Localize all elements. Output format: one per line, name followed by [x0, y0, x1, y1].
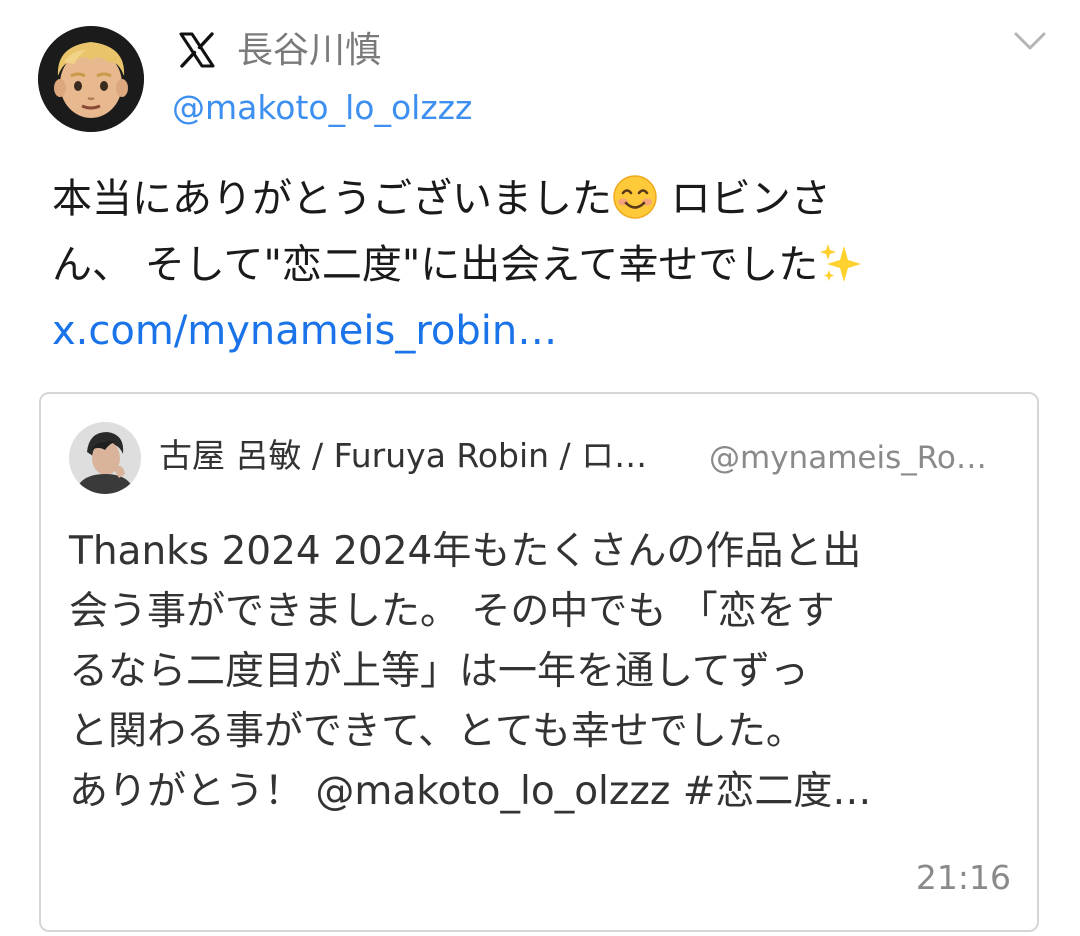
tweet-line-2-text: ん、 そして"恋二度"に出会えて幸せでした: [52, 242, 819, 288]
tweet-line-1-text: 本当にありがとうございました: [52, 176, 612, 222]
quoted-tweet-timestamp: 21:16: [915, 858, 1011, 897]
tweet-line-1-text-b: ロビンさ: [658, 176, 831, 222]
x-logo-icon: [177, 30, 217, 70]
quoted-tweet-card[interactable]: 古屋 呂敏 / Furuya Robin / ロ… @mynameis_Ro… …: [39, 392, 1039, 932]
quoted-author-display-name[interactable]: 古屋 呂敏 / Furuya Robin / ロ…: [159, 434, 647, 478]
tweet-text: 本当にありがとうございました ロビンさ ん、 そして"恋二度"に出会えて幸せでし…: [52, 170, 1042, 360]
tweet-line-1: 本当にありがとうございました ロビンさ: [52, 170, 1042, 236]
quoted-tweet-line: と関わる事ができて、とても幸せでした。: [69, 709, 805, 754]
quoted-author-handle[interactable]: @mynameis_Ro…: [709, 436, 987, 480]
author-handle[interactable]: @makoto_lo_olzzz: [172, 86, 472, 130]
smiling-face-icon: [612, 174, 658, 236]
tweet-line-2: ん、 そして"恋二度"に出会えて幸せでした: [52, 236, 1042, 302]
quoted-author-avatar[interactable]: [69, 422, 141, 494]
quoted-tweet-line: Thanks 2024 2024年もたくさんの作品と出: [69, 529, 862, 574]
quoted-tweet-line: るなら二度目が上等」は一年を通してずっ: [69, 649, 809, 694]
sparkles-icon: [818, 240, 864, 302]
author-avatar[interactable]: [38, 26, 144, 132]
person-photo-icon: [69, 422, 141, 494]
blond-person-emoji-icon: [38, 26, 144, 132]
author-display-name[interactable]: 長谷川慎: [237, 28, 381, 74]
chevron-down-icon[interactable]: [1010, 26, 1050, 56]
tweet-link[interactable]: x.com/mynameis_robin…: [52, 302, 1042, 360]
quoted-tweet-line: 会う事ができました。 その中でも 「恋をす: [69, 589, 835, 634]
quoted-tweet-text: Thanks 2024 2024年もたくさんの作品と出 会う事ができました。 そ…: [69, 522, 1019, 822]
quoted-tweet-line: ありがとう！ @makoto_lo_olzzz #恋二度…: [69, 769, 872, 814]
